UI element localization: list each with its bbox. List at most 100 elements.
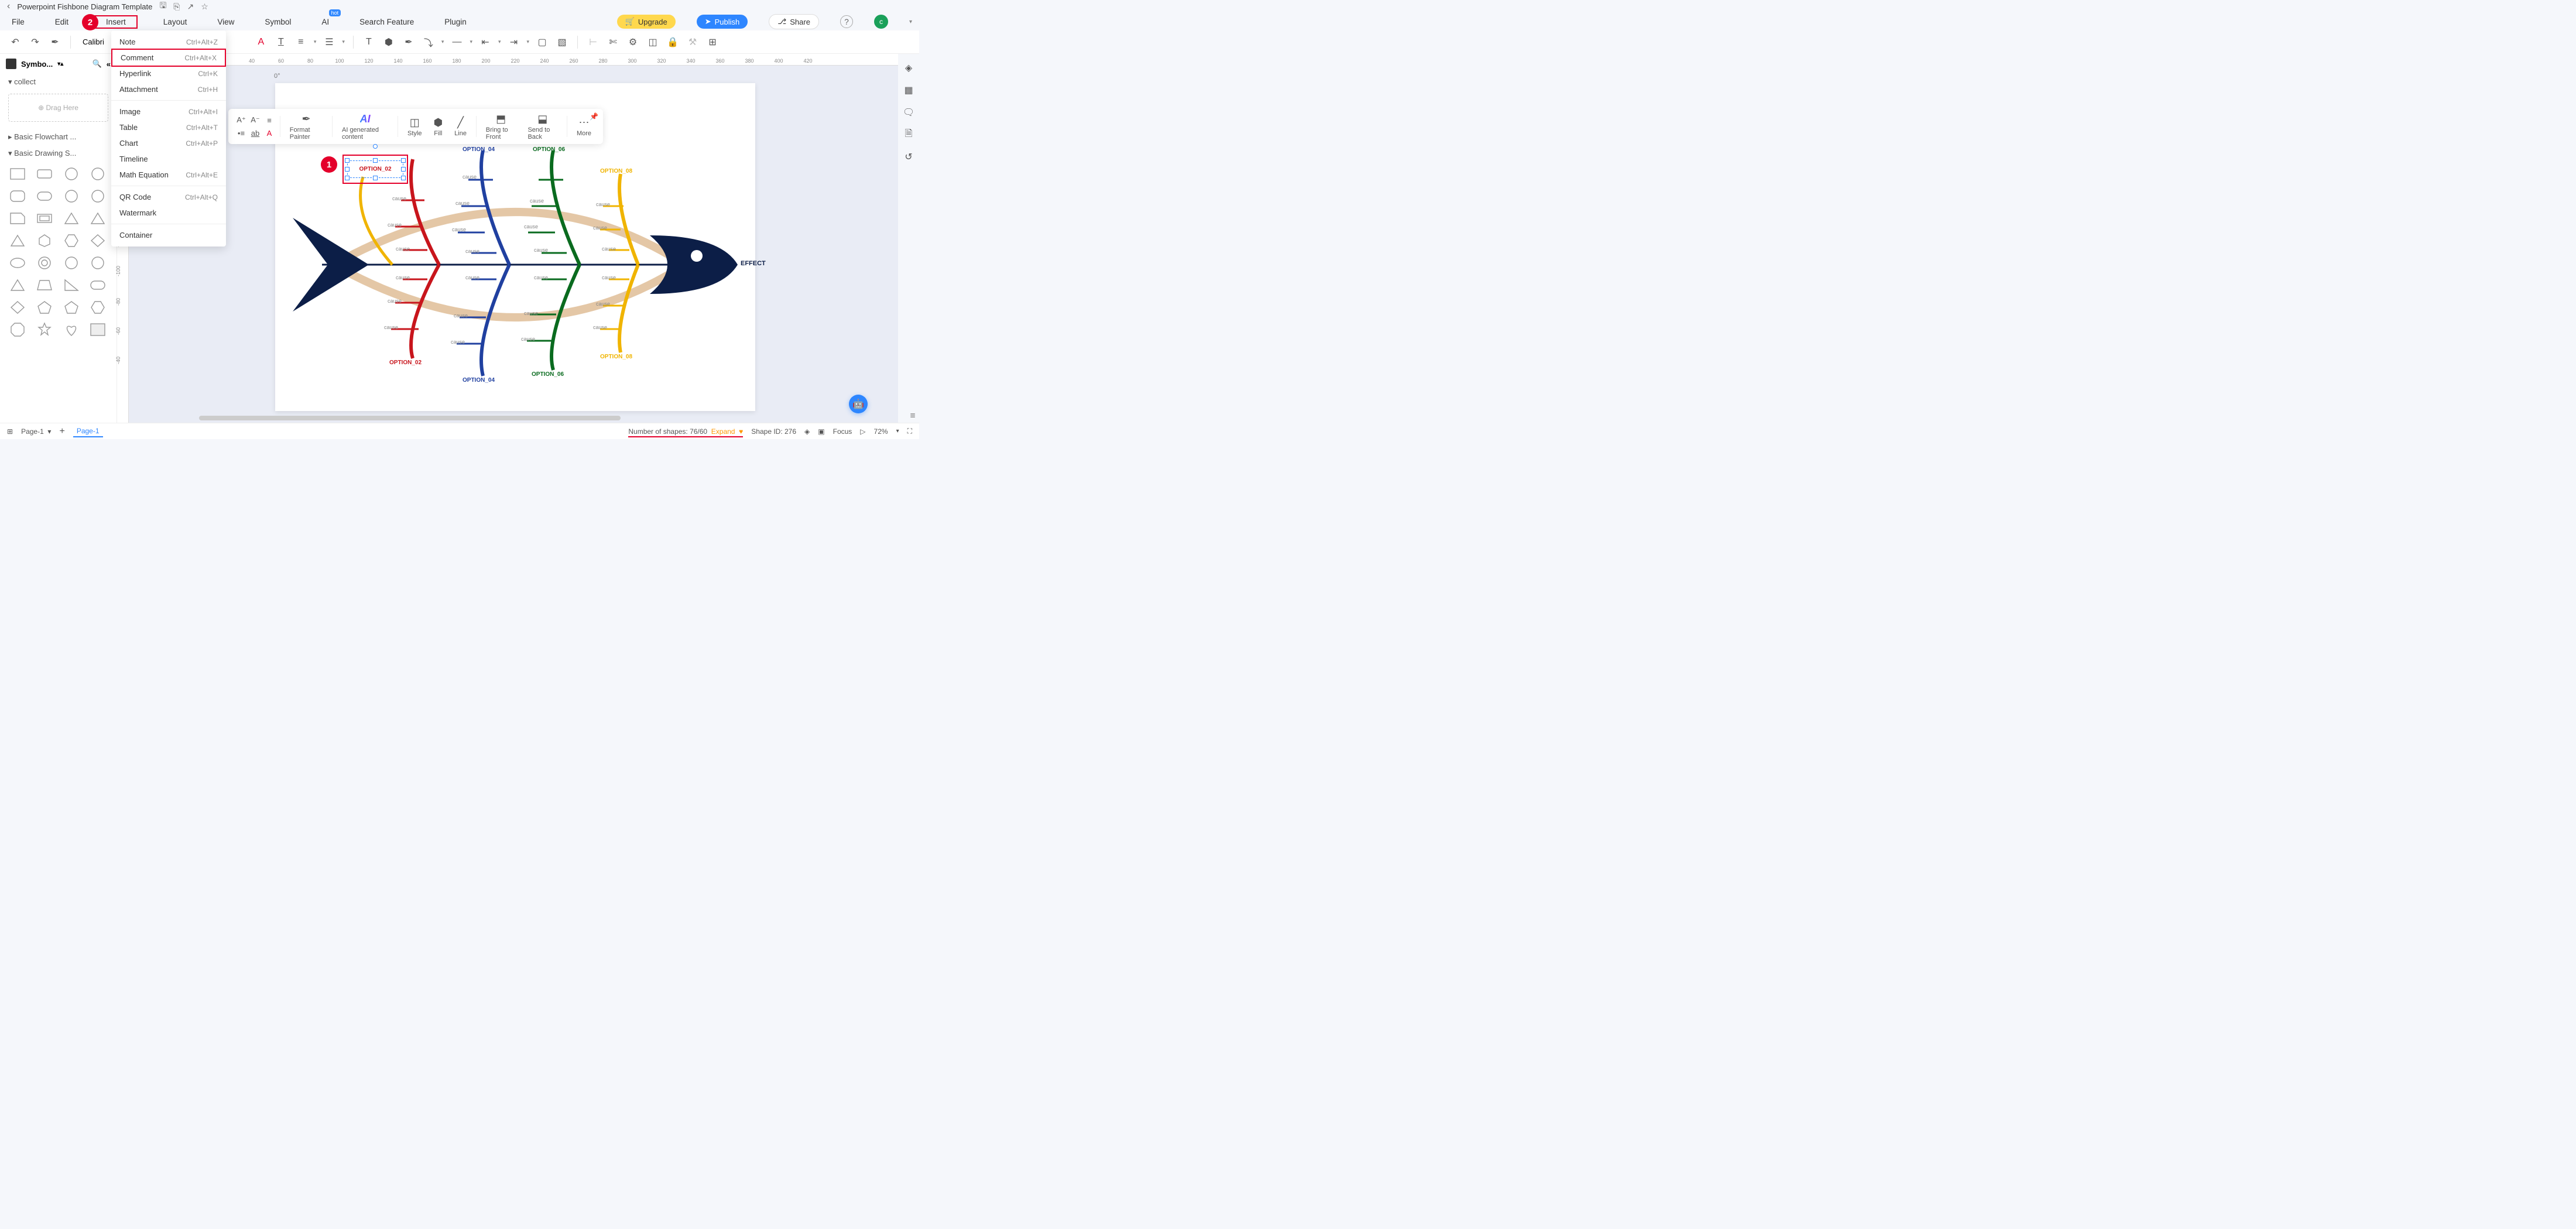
upgrade-button[interactable]: 🛒 Upgrade (617, 15, 676, 29)
container-icon[interactable]: ▢ (535, 35, 549, 49)
back-icon[interactable]: ‹ (7, 1, 10, 12)
shape-hex3[interactable] (87, 299, 108, 316)
rotation-handle[interactable] (373, 144, 378, 149)
shape-rect-filled[interactable] (87, 321, 108, 338)
page-icon[interactable]: 🗎 (903, 129, 914, 141)
star-icon[interactable]: ☆ (201, 2, 208, 12)
handle-w[interactable] (345, 167, 350, 172)
flowchart-section[interactable]: ▸ Basic Flowchart ... (0, 129, 117, 145)
dd-qrcode[interactable]: QR CodeCtrl+Alt+Q (111, 189, 226, 205)
font-color-icon2[interactable]: A (263, 128, 275, 138)
shadow-icon[interactable]: ▧ (555, 35, 569, 49)
crop-icon[interactable]: ✄ (606, 35, 620, 49)
theme-icon[interactable]: ◈ (903, 62, 914, 74)
menu-insert[interactable]: Insert (94, 15, 138, 29)
align-icon[interactable]: ≡ (294, 35, 308, 49)
horizontal-scrollbar[interactable] (123, 415, 892, 422)
handle-ne[interactable] (401, 158, 406, 163)
text-tool-icon[interactable]: T (362, 35, 376, 49)
shape-trap[interactable] (34, 276, 55, 294)
dd-watermark[interactable]: Watermark (111, 205, 226, 221)
shape-rect[interactable] (7, 165, 28, 183)
align-icon2[interactable]: ≡ (263, 115, 275, 125)
save-icon[interactable]: 🖫 (159, 0, 166, 13)
handle-e[interactable] (401, 167, 406, 172)
shape-diamond[interactable] (87, 232, 108, 249)
lock-icon[interactable]: 🔒 (666, 35, 680, 49)
shape-oct[interactable] (7, 321, 28, 338)
layout-icon[interactable]: ⊞ (705, 35, 720, 49)
help-icon[interactable]: ? (840, 15, 853, 28)
page-selector[interactable]: Page-1 ▾ (21, 427, 51, 436)
open-external-icon[interactable]: ↗ (187, 2, 194, 12)
dd-container[interactable]: Container (111, 227, 226, 243)
shape-circle4[interactable] (61, 254, 82, 272)
pen-icon[interactable]: ✒ (402, 35, 416, 49)
handle-s[interactable] (373, 176, 378, 180)
avatar-dropdown-icon[interactable]: ▾ (909, 19, 912, 25)
shape-triangle2[interactable] (87, 210, 108, 227)
shape-roundrect2[interactable] (7, 187, 28, 205)
add-page-icon[interactable]: + (59, 426, 64, 437)
dd-image[interactable]: ImageCtrl+Alt+I (111, 104, 226, 119)
shape-circle5[interactable] (87, 254, 108, 272)
dd-attachment[interactable]: AttachmentCtrl+H (111, 81, 226, 97)
menu-edit[interactable]: Edit (50, 15, 73, 29)
shape-pent2[interactable] (61, 299, 82, 316)
effects-icon[interactable]: ⚙ (626, 35, 640, 49)
menu-symbol[interactable]: Symbol (260, 15, 296, 29)
fill-button[interactable]: ⬢Fill (429, 116, 447, 137)
publish-button[interactable]: ➤ Publish (697, 15, 748, 29)
dd-comment[interactable]: CommentCtrl+Alt+X (111, 49, 226, 67)
shape-hex2[interactable] (61, 232, 82, 249)
shape-circle3[interactable] (87, 187, 108, 205)
search-icon[interactable]: 🔍 (93, 59, 102, 69)
assistant-button[interactable]: 🤖 (849, 395, 868, 413)
shape-circle2[interactable] (61, 187, 82, 205)
play-icon[interactable]: ▷ (860, 427, 865, 436)
send-back-button[interactable]: ⬓Send to Back (523, 112, 562, 141)
shape-donut[interactable] (34, 254, 55, 272)
adjust-icon[interactable]: ◫ (646, 35, 660, 49)
shape-hex[interactable] (34, 232, 55, 249)
outline-icon[interactable]: ⊞ (7, 427, 13, 436)
dd-note[interactable]: NoteCtrl+Alt+Z (111, 34, 226, 50)
shape-rtri[interactable] (61, 276, 82, 294)
connector-icon[interactable]: ⤵ (422, 35, 436, 49)
ai-button[interactable]: AIAI generated content (337, 112, 393, 141)
selected-shape[interactable]: OPTION_02 (342, 155, 408, 184)
style-button[interactable]: ◫Style (403, 116, 426, 137)
shape-pent[interactable] (34, 299, 55, 316)
shape-ellipse-thin[interactable] (87, 165, 108, 183)
collect-section[interactable]: ▾ collect (0, 74, 117, 90)
drawing-section[interactable]: ▾ Basic Drawing S... (0, 145, 117, 162)
dd-hyperlink[interactable]: HyperlinkCtrl+K (111, 66, 226, 81)
collapse-icon[interactable]: « (107, 60, 111, 69)
shape-tri4[interactable] (7, 276, 28, 294)
shape-frame[interactable] (34, 210, 55, 227)
scrollbar-thumb[interactable] (199, 416, 621, 420)
menu-layout[interactable]: Layout (159, 15, 192, 29)
comment-panel-icon[interactable]: 🗨 (903, 107, 914, 118)
tools-icon[interactable]: ⚒ (686, 35, 700, 49)
shape-star[interactable] (34, 321, 55, 338)
shape-circle[interactable] (61, 165, 82, 183)
underline-icon[interactable]: ab (249, 128, 261, 138)
align-left-icon[interactable]: ⊢ (586, 35, 600, 49)
avatar[interactable]: c (874, 15, 888, 29)
shape-roundrect[interactable] (34, 165, 55, 183)
zoom-dropdown-icon[interactable]: ▾ (896, 428, 899, 434)
menu-ai[interactable]: AI hot (317, 15, 334, 29)
share-button[interactable]: ⎇ Share (769, 14, 819, 29)
dd-table[interactable]: TableCtrl+Alt+T (111, 119, 226, 135)
shape-dia2[interactable] (7, 299, 28, 316)
layers-icon[interactable]: ▦ (903, 84, 914, 96)
handle-se[interactable] (401, 176, 406, 180)
zoom-level[interactable]: 72% (874, 427, 888, 436)
handle-n[interactable] (373, 158, 378, 163)
handle-sw[interactable] (345, 176, 350, 180)
menu-plugin[interactable]: Plugin (440, 15, 471, 29)
font-larger-icon[interactable]: A⁺ (235, 115, 247, 125)
shape-snip[interactable] (7, 210, 28, 227)
undo-icon[interactable]: ↶ (8, 35, 22, 49)
